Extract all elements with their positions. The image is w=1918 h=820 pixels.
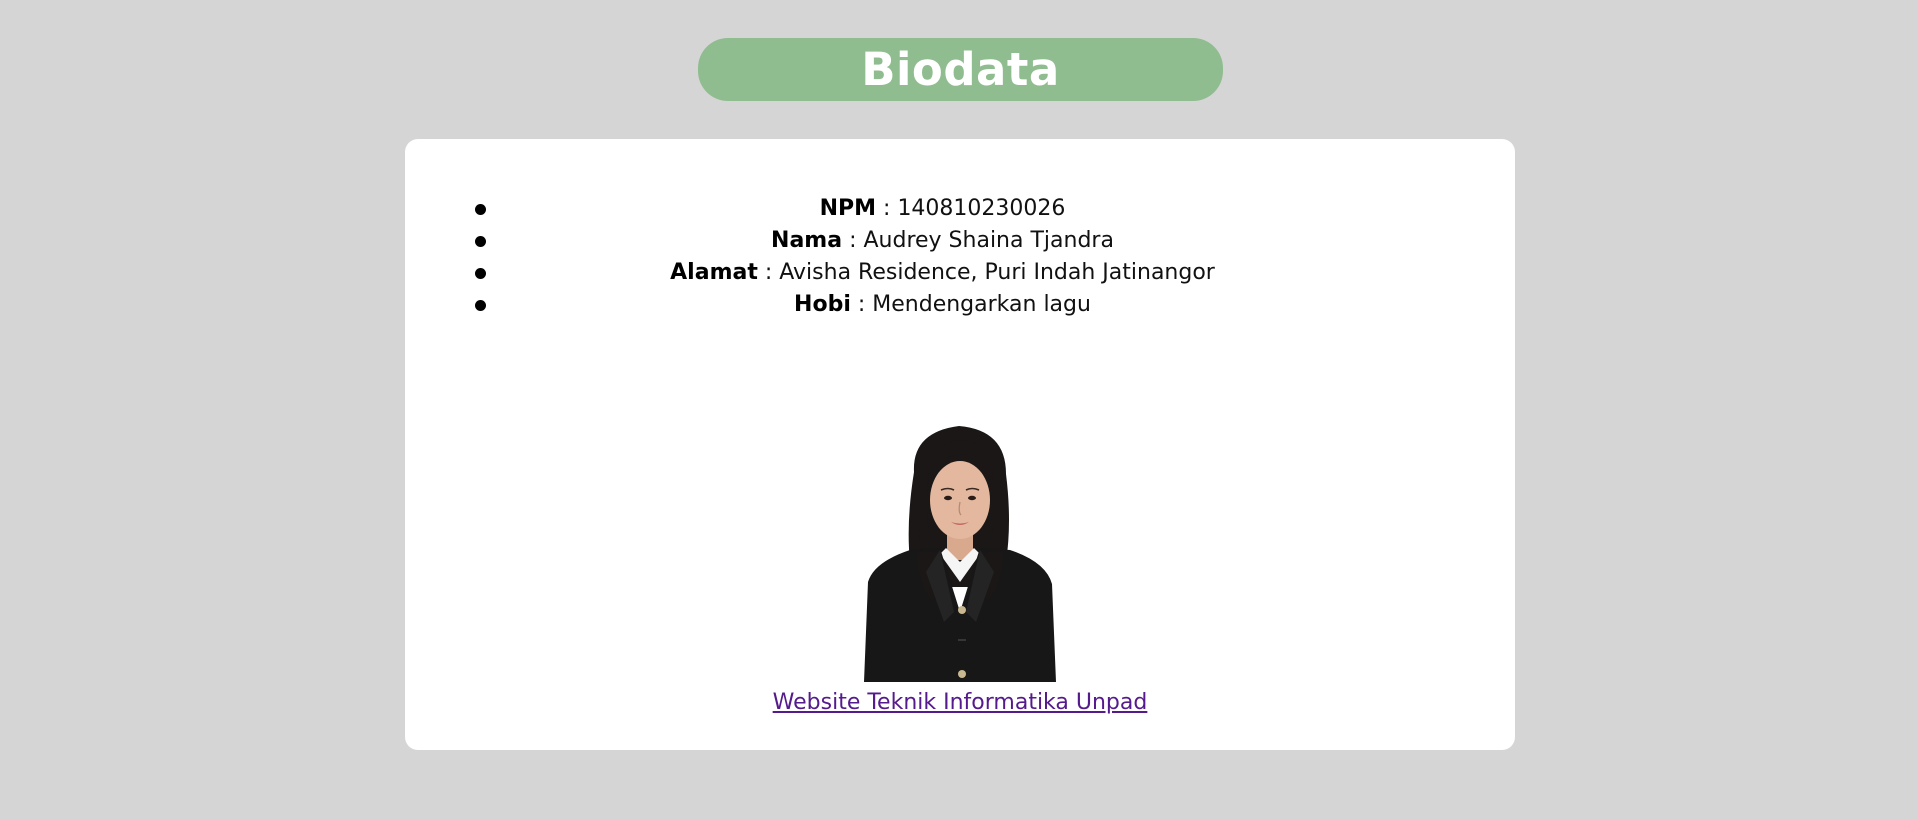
bullet-icon [475,204,486,215]
title-banner: Biodata [698,38,1223,101]
list-item-nama: Nama : Audrey Shaina Tjandra [475,225,1515,257]
list-item-alamat: Alamat : Avisha Residence, Puri Indah Ja… [475,257,1515,289]
bullet-icon [475,268,486,279]
list-item-npm: NPM : 140810230026 [475,193,1515,225]
alamat-label: Alamat [670,260,758,285]
nama-value: Audrey Shaina Tjandra [863,228,1114,253]
biodata-list: NPM : 140810230026 Nama : Audrey Shaina … [475,193,1515,321]
npm-separator: : [876,196,898,221]
biodata-card: NPM : 140810230026 Nama : Audrey Shaina … [405,139,1515,750]
npm-value: 140810230026 [897,196,1066,221]
alamat-value: Avisha Residence, Puri Indah Jatinangor [779,260,1215,285]
bullet-icon [475,236,486,247]
bullet-icon [475,300,486,311]
profile-photo [854,412,1064,682]
unpad-website-link[interactable]: Website Teknik Informatika Unpad [405,690,1515,715]
page-title: Biodata [861,43,1060,96]
nama-separator: : [842,228,864,253]
alamat-separator: : [757,260,780,285]
nama-label: Nama [771,228,843,253]
hobi-value: Mendengarkan lagu [872,292,1091,317]
hobi-separator: : [850,292,873,317]
npm-label: NPM [819,196,877,221]
list-item-hobi: Hobi : Mendengarkan lagu [475,289,1515,321]
hobi-label: Hobi [794,292,851,317]
